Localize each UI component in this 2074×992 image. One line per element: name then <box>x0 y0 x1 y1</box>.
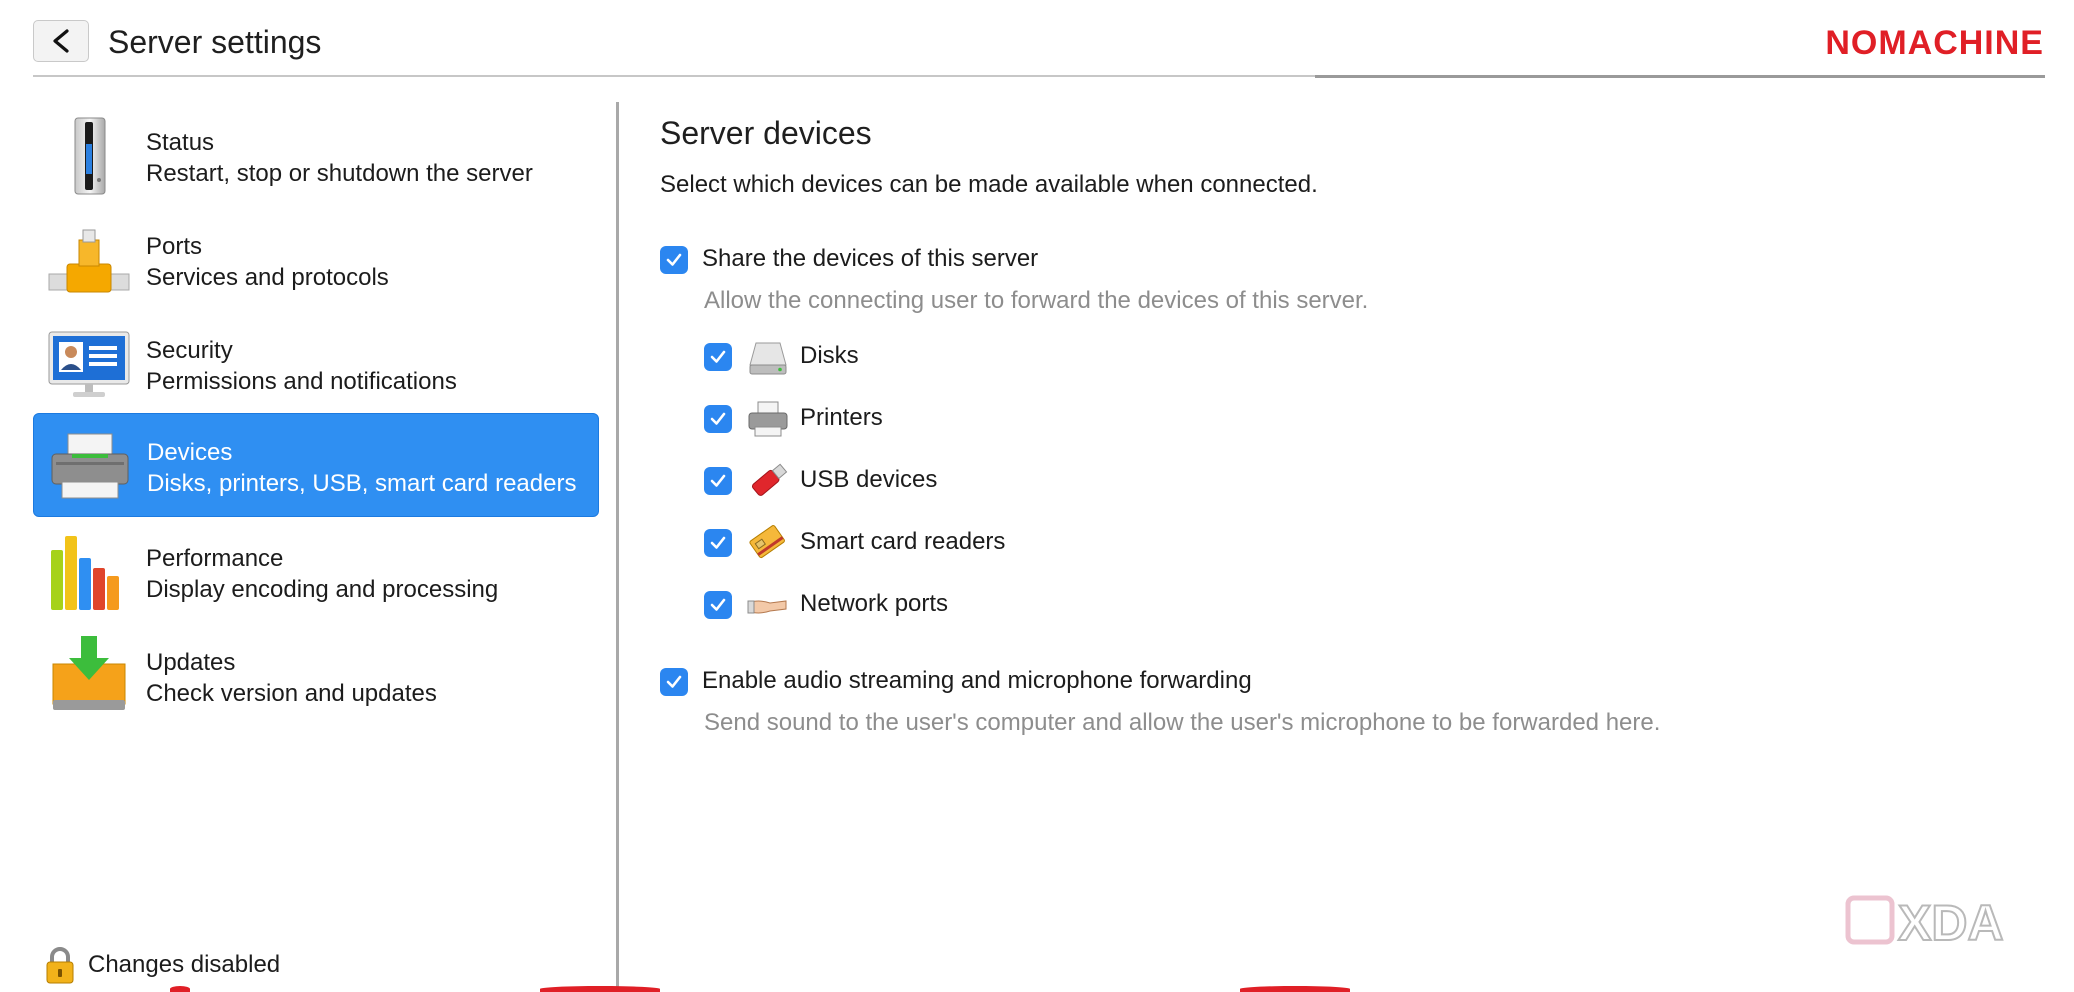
checkmark-icon <box>710 536 726 549</box>
usb-stick-icon <box>751 463 788 496</box>
sidebar-item-security[interactable]: Security Permissions and notifications <box>33 312 599 416</box>
share-devices-checkbox[interactable] <box>660 246 688 274</box>
changes-disabled-label: Changes disabled <box>88 951 281 978</box>
printer-small-icon <box>748 401 788 437</box>
audio-streaming-hint: Send sound to the user's computer and al… <box>704 709 1661 736</box>
xda-watermark: XDA <box>1845 894 2005 952</box>
smart-card-icon <box>749 525 785 559</box>
bottom-edge-artifact <box>170 986 190 992</box>
usb-devices-checkbox[interactable] <box>704 467 732 495</box>
sidebar-item-subtitle: Services and protocols <box>146 264 389 291</box>
download-box-icon <box>52 636 126 710</box>
server-tower-icon <box>74 117 106 195</box>
sidebar-item-performance[interactable]: Performance Display encoding and process… <box>33 520 599 624</box>
checkmark-icon <box>666 253 682 266</box>
bottom-edge-artifact <box>1240 986 1350 992</box>
network-ports-checkbox[interactable] <box>704 591 732 619</box>
printers-checkbox[interactable] <box>704 405 732 433</box>
usb-devices-label[interactable]: USB devices <box>800 465 937 495</box>
sidebar-item-title: Ports <box>146 233 203 260</box>
checkmark-icon <box>666 675 682 688</box>
sidebar-item-subtitle: Display encoding and processing <box>146 576 499 603</box>
sidebar-item-ports[interactable]: Ports Services and protocols <box>33 208 599 312</box>
sidebar-item-title: Status <box>146 129 215 156</box>
svg-text:XDA: XDA <box>1898 895 2004 951</box>
section-description: Select which devices can be made availab… <box>660 171 1318 198</box>
printer-icon <box>51 433 129 499</box>
nomachine-logo: NOMACHINE <box>1825 24 2044 62</box>
sidebar-item-subtitle: Check version and updates <box>146 680 437 707</box>
sidebar-item-subtitle: Restart, stop or shutdown the server <box>146 160 533 187</box>
svg-text:NOMACHINE: NOMACHINE <box>1825 24 2044 62</box>
lock-icon <box>46 947 74 984</box>
sidebar-item-title: Performance <box>146 545 284 572</box>
smart-card-readers-checkbox[interactable] <box>704 529 732 557</box>
disks-checkbox[interactable] <box>704 343 732 371</box>
checkmark-icon <box>710 412 726 425</box>
network-ports-label[interactable]: Network ports <box>800 589 948 619</box>
sidebar-item-title: Security <box>146 337 233 364</box>
audio-streaming-label[interactable]: Enable audio streaming and microphone fo… <box>702 666 1252 696</box>
disks-label[interactable]: Disks <box>800 341 859 371</box>
share-devices-hint: Allow the connecting user to forward the… <box>704 287 1369 314</box>
sidebar-splitter[interactable] <box>616 102 619 992</box>
chevron-left-icon <box>53 29 69 53</box>
audio-streaming-checkbox[interactable] <box>660 668 688 696</box>
sidebar-item-updates[interactable]: Updates Check version and updates <box>33 624 599 728</box>
network-cable-icon <box>747 600 787 614</box>
printers-label[interactable]: Printers <box>800 403 883 433</box>
bar-chart-icon <box>51 536 119 610</box>
sidebar-item-title: Devices <box>147 439 233 466</box>
sidebar-item-title: Updates <box>146 649 236 676</box>
id-card-monitor-icon <box>48 331 130 397</box>
sidebar-item-subtitle: Permissions and notifications <box>146 368 457 395</box>
share-devices-label[interactable]: Share the devices of this server <box>702 244 1038 274</box>
header-divider-accent <box>1315 75 2045 78</box>
checkmark-icon <box>710 350 726 363</box>
smart-card-readers-label[interactable]: Smart card readers <box>800 527 1005 557</box>
page-title: Server settings <box>108 24 322 60</box>
disk-drive-icon <box>749 342 787 375</box>
section-title: Server devices <box>660 115 872 151</box>
sidebar-item-status[interactable]: Status Restart, stop or shutdown the ser… <box>33 104 599 208</box>
checkmark-icon <box>710 598 726 611</box>
sidebar-item-subtitle: Disks, printers, USB, smart card readers <box>147 470 577 497</box>
checkmark-icon <box>710 474 726 487</box>
back-button[interactable] <box>33 20 89 62</box>
sidebar-item-devices[interactable]: Devices Disks, printers, USB, smart card… <box>33 413 599 517</box>
bottom-edge-artifact <box>540 986 660 992</box>
network-port-icon <box>48 229 130 293</box>
